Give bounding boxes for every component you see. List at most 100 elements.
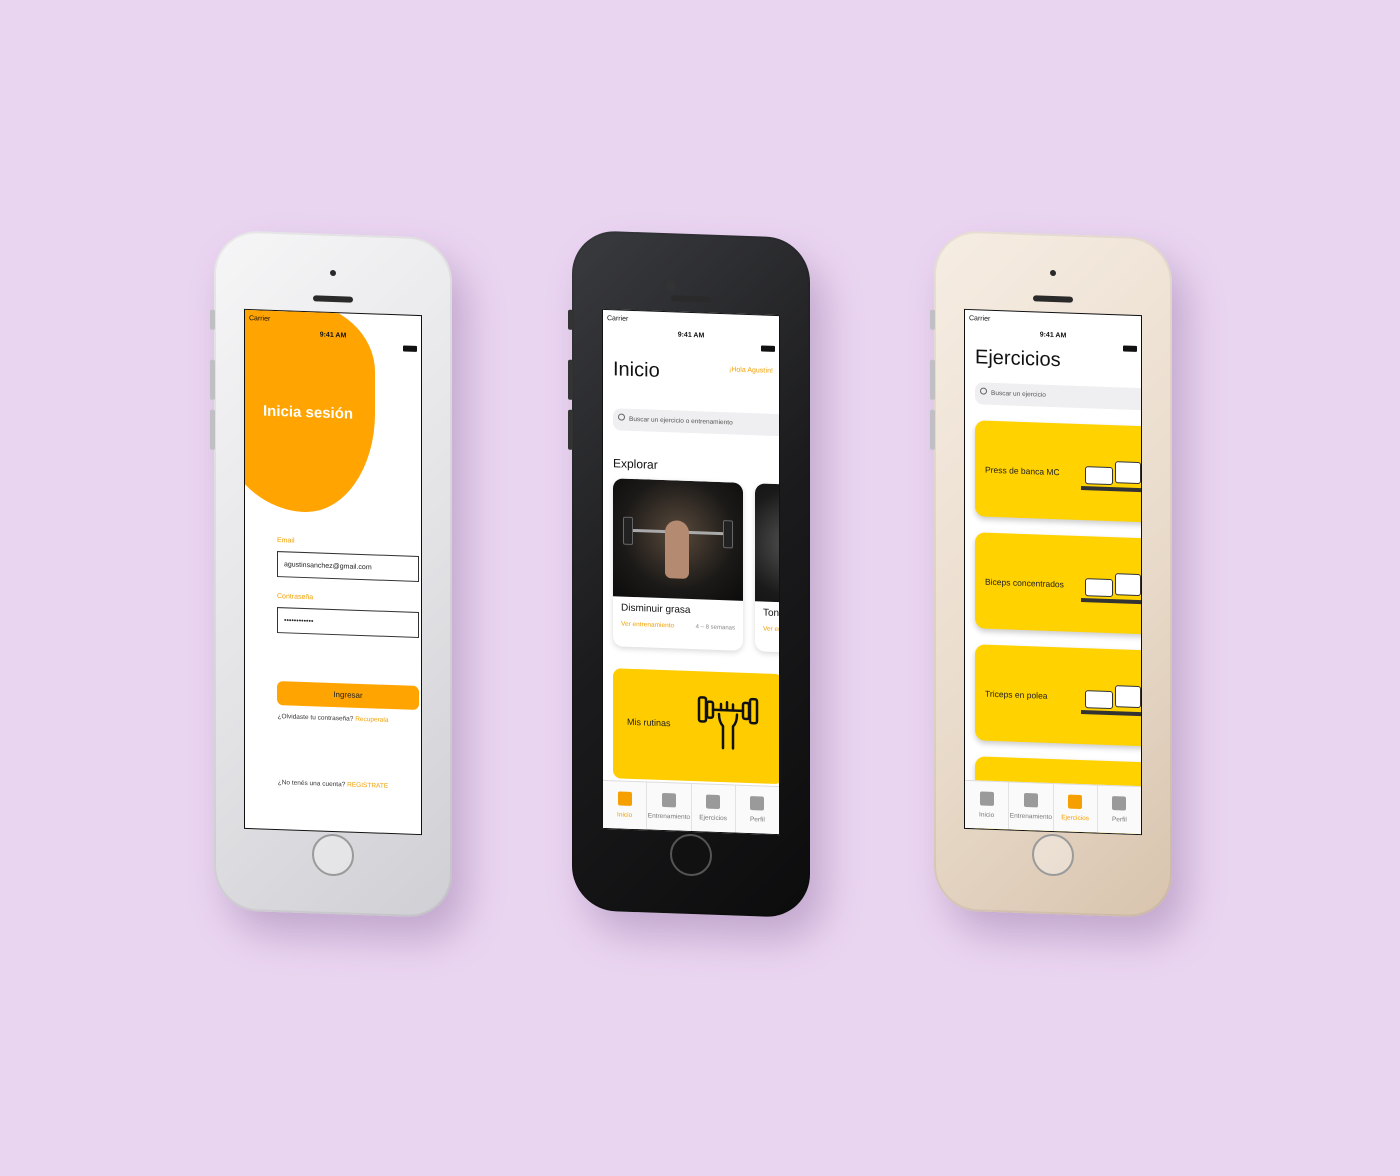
dumbbell-icon [697, 696, 759, 750]
home-screen: Carrier 9:41 AM Inicio ¡Hola Agustín! Bu… [602, 308, 780, 836]
workout-name: Disminuir grasa [621, 602, 691, 616]
my-routines-card[interactable]: Mis rutinas [613, 668, 780, 785]
page-title: Ejercicios [975, 346, 1061, 372]
tab-label: Inicio [979, 811, 995, 819]
forgot-password-line: ¿Olvidaste tu contraseña? Recuperala [245, 712, 421, 725]
front-camera [666, 281, 676, 292]
status-bar: Carrier 9:41 AM [965, 310, 1141, 352]
tab-perfil[interactable]: Perfil [1098, 786, 1141, 835]
tab-ejercicios[interactable]: Ejercicios [1053, 784, 1098, 833]
mute-switch [930, 309, 935, 330]
exercise-name: Press de banca MC [985, 464, 1060, 478]
workout-photo [755, 483, 780, 606]
workout-name: Tonificar [763, 607, 780, 620]
login-title: Inicia sesión [263, 402, 354, 423]
login-button[interactable]: Ingresar [277, 681, 419, 711]
battery-icon [761, 345, 775, 352]
search-input[interactable]: Buscar un ejercicio [975, 382, 1142, 411]
clipboard-icon [706, 794, 721, 810]
carrier-label: Carrier [607, 315, 629, 323]
password-field[interactable]: •••••••••••• [277, 607, 419, 639]
front-sensor [330, 269, 336, 277]
home-button[interactable] [312, 833, 354, 877]
password-label: Contraseña [277, 593, 314, 602]
home-button[interactable] [670, 833, 712, 877]
mute-switch [568, 309, 573, 330]
tab-bar: Inicio Entrenamiento Ejercicios Perfil [603, 779, 779, 835]
exercise-card[interactable]: Biceps concentrados [975, 532, 1142, 635]
tab-label: Perfil [749, 816, 765, 824]
volume-down-button [210, 409, 215, 450]
clock: 9:41 AM [677, 331, 705, 340]
grid-icon [979, 791, 994, 806]
section-title: Explorar [613, 456, 658, 472]
exercise-card[interactable]: Triceps en polea [975, 644, 1142, 747]
phone-exercises: Carrier 9:41 AM Ejercicios Buscar un eje… [930, 229, 1172, 919]
biceps-illustration [1081, 554, 1142, 610]
signup-link[interactable]: REGISTRATE [347, 781, 388, 789]
search-placeholder: Buscar un ejercicio [991, 389, 1046, 399]
status-bar: Carrier 9:41 AM [245, 310, 421, 352]
volume-up-button [210, 359, 215, 400]
bench-press-illustration [1081, 442, 1142, 498]
login-screen: Carrier 9:41 AM Inicia sesión Email agus… [244, 308, 422, 836]
greeting: ¡Hola Agustín! [729, 366, 773, 375]
tab-inicio[interactable]: Inicio [603, 780, 648, 830]
battery-icon [1123, 345, 1137, 352]
volume-up-button [930, 359, 935, 400]
calculator-icon [661, 792, 676, 808]
clipboard-icon [1068, 794, 1083, 810]
exercise-name: Biceps concentrados [985, 576, 1064, 590]
clock: 9:41 AM [1039, 331, 1067, 340]
tab-perfil[interactable]: Perfil [736, 786, 779, 835]
triceps-illustration [1081, 666, 1142, 722]
email-field[interactable]: agustinsanchez@gmail.com [277, 551, 419, 583]
volume-down-button [930, 409, 935, 450]
grid-icon [617, 791, 632, 806]
phone-login: Carrier 9:41 AM Inicia sesión Email agus… [210, 229, 452, 919]
phone-home: Carrier 9:41 AM Inicio ¡Hola Agustín! Bu… [568, 229, 810, 919]
battery-icon [403, 345, 417, 352]
workout-duration: 4 – 8 semanas [695, 624, 735, 632]
search-icon [980, 387, 987, 395]
view-workout-link[interactable]: Ver entrenamiento [763, 626, 780, 635]
carrier-label: Carrier [969, 315, 991, 323]
tab-entrenamiento[interactable]: Entrenamiento [1009, 782, 1054, 832]
search-placeholder: Buscar un ejercicio o entrenamiento [629, 415, 733, 427]
tab-inicio[interactable]: Inicio [965, 780, 1010, 830]
search-input[interactable]: Buscar un ejercicio o entrenamiento [613, 408, 780, 437]
workout-card[interactable]: Tonificar Ver entrenamiento [755, 483, 780, 656]
carrier-label: Carrier [249, 315, 271, 323]
tab-label: Ejercicios [699, 814, 728, 823]
workout-photo [613, 478, 743, 601]
status-bar: Carrier 9:41 AM [603, 310, 779, 352]
exercise-card[interactable]: Press de banca MC [975, 420, 1142, 523]
recover-link[interactable]: Recuperala [355, 716, 388, 724]
search-icon [618, 413, 625, 421]
tab-entrenamiento[interactable]: Entrenamiento [647, 782, 692, 832]
mute-switch [210, 309, 215, 330]
tab-label: Inicio [617, 811, 633, 819]
calculator-icon [1023, 792, 1038, 808]
view-workout-link[interactable]: Ver entrenamiento [621, 621, 674, 630]
volume-up-button [568, 359, 573, 400]
forgot-password-text: ¿Olvidaste tu contraseña? [277, 713, 354, 723]
my-routines-label: Mis rutinas [627, 716, 671, 729]
people-icon [1112, 796, 1127, 811]
earpiece [313, 295, 353, 303]
people-icon [750, 796, 765, 811]
page-title: Inicio [613, 358, 660, 382]
volume-down-button [568, 409, 573, 450]
earpiece [671, 295, 711, 303]
earpiece [1033, 295, 1073, 303]
tab-label: Entrenamiento [647, 812, 691, 821]
signup-text: ¿No tenés una cuenta? [277, 779, 346, 789]
workout-card[interactable]: Disminuir grasa Ver entrenamiento 4 – 8 … [613, 478, 743, 651]
home-button[interactable] [1032, 833, 1074, 877]
exercise-name: Triceps en polea [985, 688, 1048, 701]
tab-label: Ejercicios [1061, 814, 1090, 823]
tab-label: Perfil [1111, 816, 1127, 824]
tab-ejercicios[interactable]: Ejercicios [691, 784, 736, 833]
email-label: Email [277, 537, 295, 545]
front-sensor [1050, 269, 1056, 277]
